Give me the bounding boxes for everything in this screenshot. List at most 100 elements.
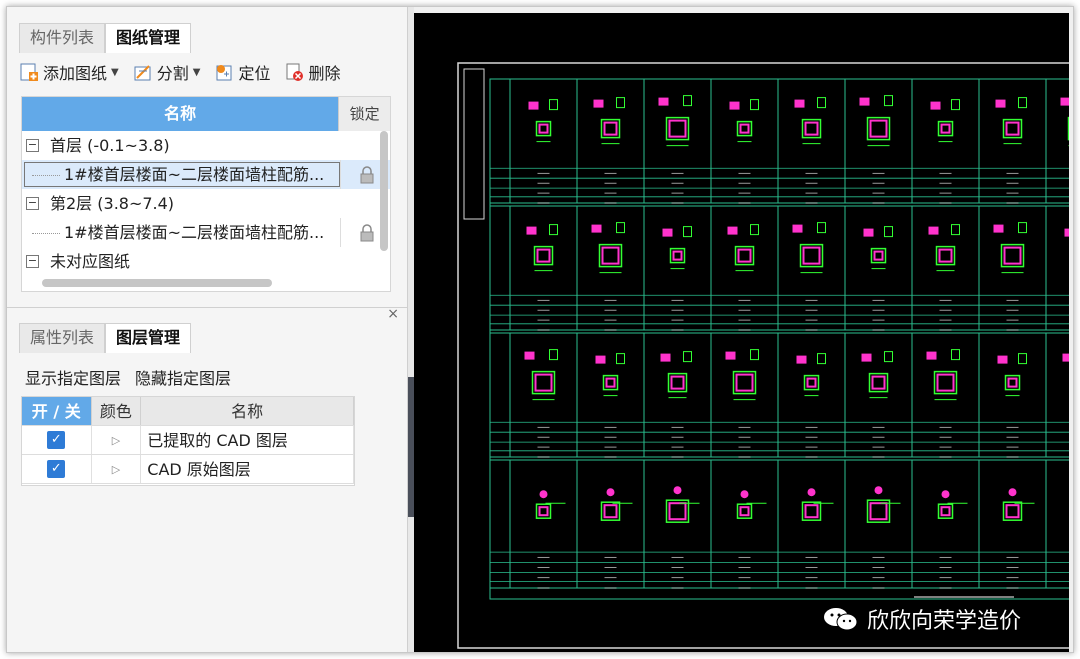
cad-drawing <box>457 62 1069 649</box>
drawing-row-label: 1#楼首层楼面~二层楼面墙柱配筋... <box>64 223 325 242</box>
tree-group-label: 首层 (-0.1~3.8) <box>50 136 170 155</box>
layer-name: CAD 原始图层 <box>141 455 354 483</box>
collapse-icon[interactable]: − <box>26 197 39 210</box>
rebar-detail <box>794 99 805 108</box>
hide-layers-button[interactable]: 隐藏指定图层 <box>135 365 231 389</box>
rebar-detail <box>951 349 960 361</box>
show-layers-button[interactable]: 显示指定图层 <box>25 365 121 389</box>
checkbox[interactable]: ✓ <box>47 460 66 478</box>
panel-separator: × <box>7 306 407 322</box>
rebar-outline <box>940 506 951 517</box>
layer-name: 已提取的 CAD 图层 <box>141 426 354 454</box>
add-drawing-icon <box>19 62 39 82</box>
title-strip <box>463 68 485 220</box>
rebar-detail <box>941 490 950 499</box>
left-panel: 构件列表 图纸管理 添加图纸 ▼ 分割 ▼ 定位 删除 名称 锁定 − 首层 (… <box>7 7 407 652</box>
rebar-detail <box>884 95 893 107</box>
split-icon <box>133 62 153 82</box>
cad-viewport[interactable] <box>414 13 1069 652</box>
rebar-detail <box>995 99 1006 108</box>
checkbox[interactable]: ✓ <box>47 431 66 449</box>
rebar-detail <box>817 97 826 109</box>
add-drawing-label: 添加图纸 <box>43 64 108 83</box>
tree-group-unmatched[interactable]: − 未对应图纸 <box>22 247 390 276</box>
close-icon[interactable]: × <box>387 306 399 322</box>
column-section <box>1067 116 1069 141</box>
rebar-outline <box>739 506 750 517</box>
rebar-detail <box>727 226 738 235</box>
rebar-detail <box>740 490 749 499</box>
split-button[interactable]: 分割 ▼ <box>133 60 200 84</box>
rebar-outline <box>940 123 951 134</box>
tree-group-label: 未对应图纸 <box>50 252 131 271</box>
chevron-down-icon: ▼ <box>111 66 119 78</box>
rebar-detail <box>683 226 692 238</box>
tab-layer-management[interactable]: 图层管理 <box>105 323 192 353</box>
rebar-detail <box>884 226 893 238</box>
rebar-detail <box>930 101 941 110</box>
rebar-outline <box>936 373 955 392</box>
rebar-outline <box>538 123 549 134</box>
collapse-icon[interactable]: − <box>26 255 39 268</box>
rebar-detail <box>616 97 625 109</box>
layer-row-extracted[interactable]: ✓ ▷ 已提取的 CAD 图层 <box>22 426 354 455</box>
color-expand-icon[interactable]: ▷ <box>92 455 142 483</box>
rebar-outline <box>603 504 618 519</box>
locate-label: 定位 <box>238 64 271 83</box>
locate-icon <box>214 62 234 82</box>
rebar-outline <box>1003 246 1022 265</box>
rebar-detail <box>1018 97 1027 109</box>
rebar-outline <box>672 250 683 261</box>
tree-group-first-floor[interactable]: − 首层 (-0.1~3.8) <box>22 131 390 160</box>
rebar-outline <box>737 248 752 263</box>
delete-icon <box>284 62 304 82</box>
rebar-outline <box>735 373 754 392</box>
tab-property-list[interactable]: 属性列表 <box>19 323 106 353</box>
column-header-toggle[interactable]: 开 / 关 <box>22 397 92 425</box>
rebar-detail <box>884 351 893 363</box>
rebar-detail <box>926 351 937 360</box>
vertical-scrollbar[interactable] <box>380 131 388 251</box>
horizontal-scrollbar[interactable] <box>42 279 272 287</box>
watermark: 欣欣向荣学造价 <box>823 603 1021 635</box>
rebar-detail <box>796 355 807 364</box>
rebar-outline <box>869 502 888 521</box>
rebar-detail <box>683 351 692 363</box>
rebar-detail <box>1064 228 1069 237</box>
tab-component-list[interactable]: 构件列表 <box>19 23 106 53</box>
color-expand-icon[interactable]: ▷ <box>92 426 142 454</box>
rebar-detail <box>593 99 604 108</box>
rebar-detail <box>750 349 759 361</box>
column-header-name[interactable]: 名称 <box>141 397 354 425</box>
top-tabbar: 构件列表 图纸管理 <box>19 23 192 53</box>
split-label: 分割 <box>156 64 189 83</box>
column-header-color[interactable]: 颜色 <box>91 397 142 425</box>
rebar-detail <box>1060 97 1069 106</box>
watermark-text: 欣欣向荣学造价 <box>867 609 1022 634</box>
drawing-row-selected[interactable]: 1#楼首层楼面~二层楼面墙柱配筋... <box>22 160 390 189</box>
locate-button[interactable]: 定位 <box>214 60 270 84</box>
column-header-lock[interactable]: 锁定 <box>338 97 390 131</box>
rebar-detail <box>993 224 1004 233</box>
rebar-detail <box>725 351 736 360</box>
rebar-detail <box>863 228 874 237</box>
rebar-detail <box>606 488 615 497</box>
delete-button[interactable]: 删除 <box>284 60 340 84</box>
drawing-row[interactable]: 1#楼首层楼面~二层楼面墙柱配筋... <box>22 218 390 247</box>
panel-splitter[interactable] <box>407 7 414 652</box>
layer-row-original[interactable]: ✓ ▷ CAD 原始图层 <box>22 455 354 484</box>
add-drawing-button[interactable]: 添加图纸 ▼ <box>19 60 119 84</box>
rebar-detail <box>817 222 826 234</box>
delete-label: 删除 <box>308 64 341 83</box>
rebar-outline <box>871 375 886 390</box>
rebar-outline <box>603 121 618 136</box>
column-header-name[interactable]: 名称 <box>22 97 339 131</box>
tree-group-second-floor[interactable]: − 第2层 (3.8~7.4) <box>22 189 390 218</box>
rebar-detail <box>807 488 816 497</box>
tab-drawing-management[interactable]: 图纸管理 <box>105 23 192 53</box>
rebar-detail <box>658 97 669 106</box>
rebar-detail <box>1008 488 1017 497</box>
rebar-detail <box>539 490 548 499</box>
rebar-detail <box>549 349 558 361</box>
collapse-icon[interactable]: − <box>26 139 39 152</box>
